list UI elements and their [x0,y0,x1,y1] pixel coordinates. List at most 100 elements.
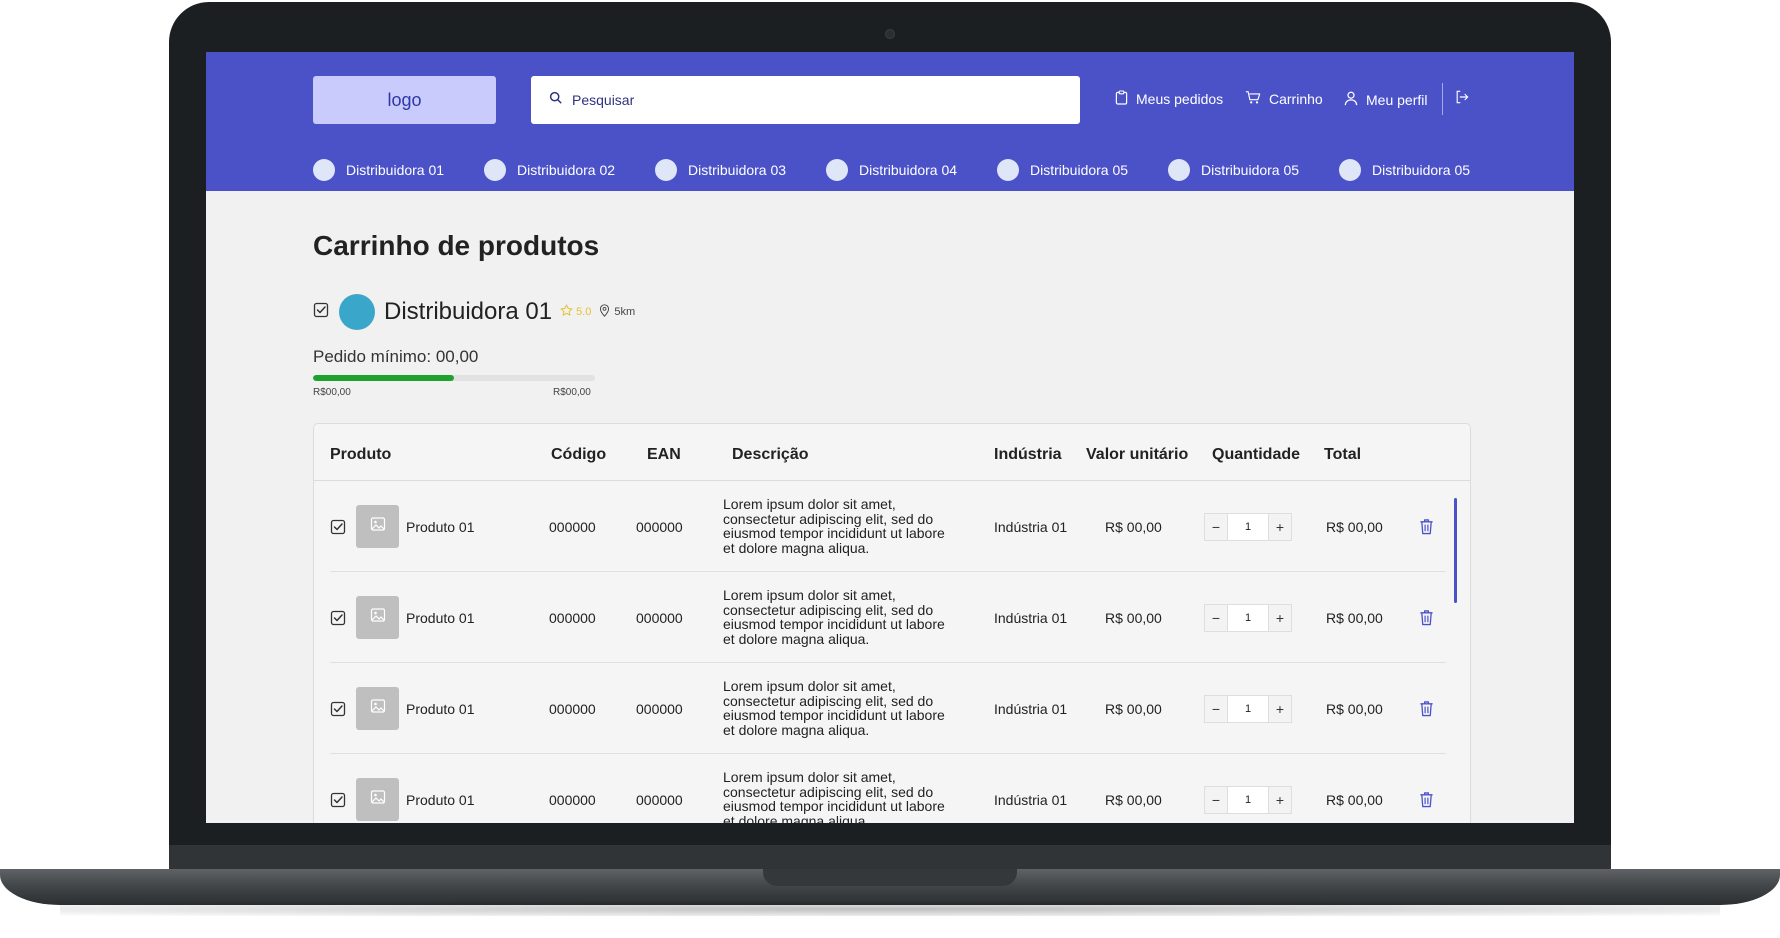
product-name: Produto 01 [406,610,475,626]
quantity-stepper[interactable]: − 1 + [1204,513,1292,541]
distributor-avatar [484,159,506,181]
table-row: Produto 01 000000 000000 Lorem ipsum dol… [314,663,1470,754]
col-header-description: Descrição [732,446,809,463]
product-thumbnail [356,687,399,730]
product-name: Produto 01 [406,701,475,717]
col-header-quantity: Quantidade [1212,446,1301,463]
quantity-stepper[interactable]: − 1 + [1204,604,1292,632]
trash-icon[interactable] [1419,700,1434,720]
laptop-bezel [169,845,1611,870]
product-industry: Indústria 01 [994,792,1068,808]
nav-cart-label: Carrinho [1269,91,1323,107]
row-checkbox-icon[interactable] [330,610,346,629]
search-input[interactable] [570,91,1054,109]
nav-my-orders-label: Meus pedidos [1136,91,1224,107]
screen: logo Meus pedidos Carrinho Meu perfil [206,52,1574,823]
product-code: 000000 [549,701,596,717]
nav-my-orders[interactable]: Meus pedidos [1115,90,1223,108]
decrease-button[interactable]: − [1205,514,1227,540]
trash-icon[interactable] [1419,518,1434,538]
distributor-tab[interactable]: Distribuidora 04 [826,159,957,181]
product-unit-price: R$ 00,00 [1105,519,1162,535]
progress-fill [313,375,454,381]
logout-icon [1455,90,1469,108]
quantity-value[interactable]: 1 [1227,514,1269,540]
increase-button[interactable]: + [1269,696,1291,722]
decrease-button[interactable]: − [1205,696,1227,722]
col-header-unit-price: Valor unitário [1086,446,1189,463]
distributor-tab[interactable]: Distribuidora 05 [1168,159,1299,181]
distributor-tab[interactable]: Distribuidora 02 [484,159,615,181]
quantity-value[interactable]: 1 [1227,787,1269,813]
quantity-value[interactable]: 1 [1227,696,1269,722]
distributor-tab-label: Distribuidora 01 [346,162,445,178]
decrease-button[interactable]: − [1205,787,1227,813]
distributor-rating: 5.0 [560,304,591,320]
nav-my-profile[interactable]: Meu perfil [1344,91,1427,109]
table-row: Produto 01 000000 000000 Lorem ipsum dol… [314,754,1470,823]
page-title: Carrinho de produtos [313,230,600,261]
quantity-value[interactable]: 1 [1227,605,1269,631]
logout-button[interactable] [1455,90,1469,109]
progress-max-label: R$00,00 [553,387,591,398]
distributor-name: Distribuidora 01 [384,298,553,325]
distributor-tab-label: Distribuidora 03 [688,162,787,178]
table-row: Produto 01 000000 000000 Lorem ipsum dol… [314,481,1470,572]
search-icon [549,91,562,109]
logo[interactable]: logo [313,76,496,124]
row-checkbox-icon[interactable] [330,519,346,538]
product-industry: Indústria 01 [994,701,1068,717]
distributor-tab[interactable]: Distribuidora 03 [655,159,786,181]
product-description: Lorem ipsum dolor sit amet, consectetur … [723,587,945,647]
col-header-ean: EAN [647,446,681,463]
row-checkbox-icon[interactable] [330,701,346,720]
col-header-product: Produto [330,446,392,463]
laptop-shadow [60,902,1720,916]
table-scrollbar[interactable] [1454,498,1457,603]
increase-button[interactable]: + [1269,605,1291,631]
product-code: 000000 [549,792,596,808]
nav-divider [1442,83,1443,115]
distributor-tab[interactable]: Distribuidora 05 [1339,159,1470,181]
nav-my-profile-label: Meu perfil [1366,92,1428,108]
rating-value: 5.0 [576,306,592,318]
progress-min-label: R$00,00 [313,387,351,398]
product-code: 000000 [549,519,596,535]
row-checkbox-icon[interactable] [330,792,346,811]
distributor-tab-label: Distribuidora 05 [1372,162,1471,178]
quantity-stepper[interactable]: − 1 + [1204,695,1292,723]
search-bar[interactable] [531,76,1080,124]
distributor-avatar [997,159,1019,181]
product-total: R$ 00,00 [1326,701,1383,717]
product-industry: Indústria 01 [994,610,1068,626]
distributor-tab-label: Distribuidora 04 [859,162,958,178]
distributor-avatar [1168,159,1190,181]
product-description: Lorem ipsum dolor sit amet, consectetur … [723,496,945,556]
distributor-tab[interactable]: Distribuidora 05 [997,159,1128,181]
laptop-camera [885,29,895,39]
distributor-tab-label: Distribuidora 05 [1201,162,1300,178]
increase-button[interactable]: + [1269,787,1291,813]
distributor-avatar [826,159,848,181]
nav-cart[interactable]: Carrinho [1245,90,1323,108]
star-icon [560,304,573,320]
quantity-stepper[interactable]: − 1 + [1204,786,1292,814]
clipboard-icon [1115,90,1128,108]
decrease-button[interactable]: − [1205,605,1227,631]
product-ean: 000000 [636,792,683,808]
product-unit-price: R$ 00,00 [1105,701,1162,717]
trash-icon[interactable] [1419,609,1434,629]
cart-icon [1245,90,1261,108]
trash-icon[interactable] [1419,791,1434,811]
product-ean: 000000 [636,519,683,535]
checkbox-icon[interactable] [313,302,329,323]
distributor-avatar [655,159,677,181]
min-order-progress [313,375,595,381]
distributor-tab[interactable]: Distribuidora 01 [313,159,444,181]
col-header-industry: Indústria [994,446,1062,463]
image-icon [370,789,386,810]
distance-value: 5km [614,306,636,318]
user-icon [1344,91,1358,109]
product-name: Produto 01 [406,792,475,808]
increase-button[interactable]: + [1269,514,1291,540]
